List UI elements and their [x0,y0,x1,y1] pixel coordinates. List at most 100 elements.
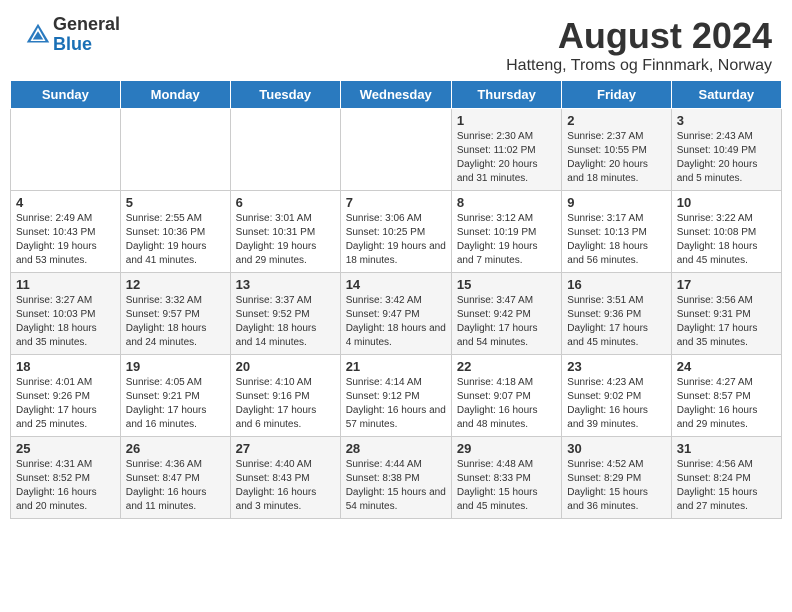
day-number: 22 [457,359,556,374]
day-number: 1 [457,113,556,128]
day-number: 15 [457,277,556,292]
day-info: Sunrise: 4:05 AMSunset: 9:21 PMDaylight:… [126,376,225,432]
day-info: Sunrise: 4:52 AMSunset: 8:29 PMDaylight:… [567,458,665,514]
day-of-week-header: Tuesday [230,81,340,109]
calendar-week-row: 11 Sunrise: 3:27 AMSunset: 10:03 PMDaylig… [11,273,782,355]
day-info: Sunrise: 2:49 AMSunset: 10:43 PMDaylight… [16,212,115,268]
calendar-week-row: 25 Sunrise: 4:31 AMSunset: 8:52 PMDayligh… [11,437,782,519]
calendar-cell [11,109,121,191]
day-of-week-header: Sunday [11,81,121,109]
calendar-cell: 12Sunrise: 3:32 AMSunset: 9:57 PMDayligh… [120,273,230,355]
day-info: Sunrise: 3:06 AMSunset: 10:25 PMDaylight… [346,212,446,268]
logo-text: General Blue [53,15,120,55]
day-number: 6 [236,195,335,210]
calendar-cell: 25 Sunrise: 4:31 AMSunset: 8:52 PMDayligh… [11,437,121,519]
calendar-body: 1 Sunrise: 2:30 AMSunset: 11:02 PMDayligh… [11,109,782,519]
calendar-cell: 29 Sunrise: 4:48 AMSunset: 8:33 PMDayligh… [451,437,561,519]
day-number: 11 [16,277,115,292]
header-row: SundayMondayTuesdayWednesdayThursdayFrid… [11,81,782,109]
calendar-cell: 14 Sunrise: 3:42 AMSunset: 9:47 PMDayligh… [340,273,451,355]
day-info: Sunrise: 4:27 AMSunset: 8:57 PMDaylight:… [677,376,776,432]
day-info: Sunrise: 2:55 AMSunset: 10:36 PMDaylight… [126,212,225,268]
day-number: 2 [567,113,665,128]
day-info: Sunrise: 4:31 AMSunset: 8:52 PMDaylight:… [16,458,115,514]
calendar-cell: 23 Sunrise: 4:23 AMSunset: 9:02 PMDayligh… [562,355,671,437]
day-number: 8 [457,195,556,210]
calendar-cell: 26Sunrise: 4:36 AMSunset: 8:47 PMDayligh… [120,437,230,519]
calendar-cell: 27Sunrise: 4:40 AMSunset: 8:43 PMDayligh… [230,437,340,519]
day-info: Sunrise: 3:51 AMSunset: 9:36 PMDaylight:… [567,294,665,350]
day-number: 24 [677,359,776,374]
month-title: August 2024 [506,15,772,57]
logo-blue: Blue [53,35,120,55]
day-info: Sunrise: 3:47 AMSunset: 9:42 PMDaylight:… [457,294,556,350]
calendar-cell: 20 Sunrise: 4:10 AMSunset: 9:16 PMDayligh… [230,355,340,437]
day-of-week-header: Friday [562,81,671,109]
calendar-cell [120,109,230,191]
logo: General Blue [20,15,120,55]
day-info: Sunrise: 3:22 AMSunset: 10:08 PMDaylight… [677,212,776,268]
day-number: 7 [346,195,446,210]
day-number: 4 [16,195,115,210]
day-number: 23 [567,359,665,374]
day-number: 5 [126,195,225,210]
day-info: Sunrise: 2:37 AMSunset: 10:55 PMDaylight… [567,130,665,186]
calendar-cell: 7 Sunrise: 3:06 AMSunset: 10:25 PMDayligh… [340,191,451,273]
page-header: General Blue August 2024 Hatteng, Troms … [0,0,792,80]
logo-general: General [53,15,120,35]
calendar-cell: 15 Sunrise: 3:47 AMSunset: 9:42 PMDayligh… [451,273,561,355]
day-info: Sunrise: 2:43 AMSunset: 10:49 PMDaylight… [677,130,776,186]
day-info: Sunrise: 2:30 AMSunset: 11:02 PMDaylight… [457,130,556,186]
calendar-cell: 18 Sunrise: 4:01 AMSunset: 9:26 PMDayligh… [11,355,121,437]
calendar-cell: 3 Sunrise: 2:43 AMSunset: 10:49 PMDayligh… [671,109,781,191]
calendar-table: SundayMondayTuesdayWednesdayThursdayFrid… [10,80,782,519]
day-number: 26 [126,441,225,456]
day-number: 27 [236,441,335,456]
day-info: Sunrise: 4:10 AMSunset: 9:16 PMDaylight:… [236,376,335,432]
calendar-cell: 6 Sunrise: 3:01 AMSunset: 10:31 PMDayligh… [230,191,340,273]
day-number: 29 [457,441,556,456]
calendar-cell [340,109,451,191]
day-number: 20 [236,359,335,374]
day-number: 21 [346,359,446,374]
day-of-week-header: Wednesday [340,81,451,109]
calendar-cell: 1 Sunrise: 2:30 AMSunset: 11:02 PMDayligh… [451,109,561,191]
day-number: 3 [677,113,776,128]
calendar: SundayMondayTuesdayWednesdayThursdayFrid… [0,80,792,529]
day-info: Sunrise: 3:56 AMSunset: 9:31 PMDaylight:… [677,294,776,350]
calendar-cell: 21Sunrise: 4:14 AMSunset: 9:12 PMDayligh… [340,355,451,437]
day-info: Sunrise: 3:42 AMSunset: 9:47 PMDaylight:… [346,294,446,350]
calendar-week-row: 18 Sunrise: 4:01 AMSunset: 9:26 PMDayligh… [11,355,782,437]
day-of-week-header: Monday [120,81,230,109]
calendar-cell: 30 Sunrise: 4:52 AMSunset: 8:29 PMDayligh… [562,437,671,519]
day-number: 13 [236,277,335,292]
day-info: Sunrise: 4:23 AMSunset: 9:02 PMDaylight:… [567,376,665,432]
day-number: 14 [346,277,446,292]
day-number: 31 [677,441,776,456]
calendar-cell: 9Sunrise: 3:17 AMSunset: 10:13 PMDayligh… [562,191,671,273]
day-info: Sunrise: 3:17 AMSunset: 10:13 PMDaylight… [567,212,665,268]
day-number: 30 [567,441,665,456]
day-info: Sunrise: 3:37 AMSunset: 9:52 PMDaylight:… [236,294,335,350]
day-info: Sunrise: 3:01 AMSunset: 10:31 PMDaylight… [236,212,335,268]
day-info: Sunrise: 3:32 AMSunset: 9:57 PMDaylight:… [126,294,225,350]
calendar-cell: 16 Sunrise: 3:51 AMSunset: 9:36 PMDayligh… [562,273,671,355]
day-number: 28 [346,441,446,456]
day-number: 19 [126,359,225,374]
logo-icon [23,20,53,50]
calendar-cell: 13 Sunrise: 3:37 AMSunset: 9:52 PMDayligh… [230,273,340,355]
location-subtitle: Hatteng, Troms og Finnmark, Norway [506,57,772,75]
calendar-cell: 5 Sunrise: 2:55 AMSunset: 10:36 PMDayligh… [120,191,230,273]
day-info: Sunrise: 4:01 AMSunset: 9:26 PMDaylight:… [16,376,115,432]
day-number: 25 [16,441,115,456]
calendar-cell: 28Sunrise: 4:44 AMSunset: 8:38 PMDayligh… [340,437,451,519]
day-number: 18 [16,359,115,374]
calendar-header: SundayMondayTuesdayWednesdayThursdayFrid… [11,81,782,109]
day-number: 16 [567,277,665,292]
calendar-cell: 22Sunrise: 4:18 AMSunset: 9:07 PMDayligh… [451,355,561,437]
day-info: Sunrise: 3:27 AMSunset: 10:03 PMDaylight… [16,294,115,350]
day-number: 17 [677,277,776,292]
calendar-cell [230,109,340,191]
day-info: Sunrise: 4:48 AMSunset: 8:33 PMDaylight:… [457,458,556,514]
calendar-cell: 10Sunrise: 3:22 AMSunset: 10:08 PMDaylig… [671,191,781,273]
